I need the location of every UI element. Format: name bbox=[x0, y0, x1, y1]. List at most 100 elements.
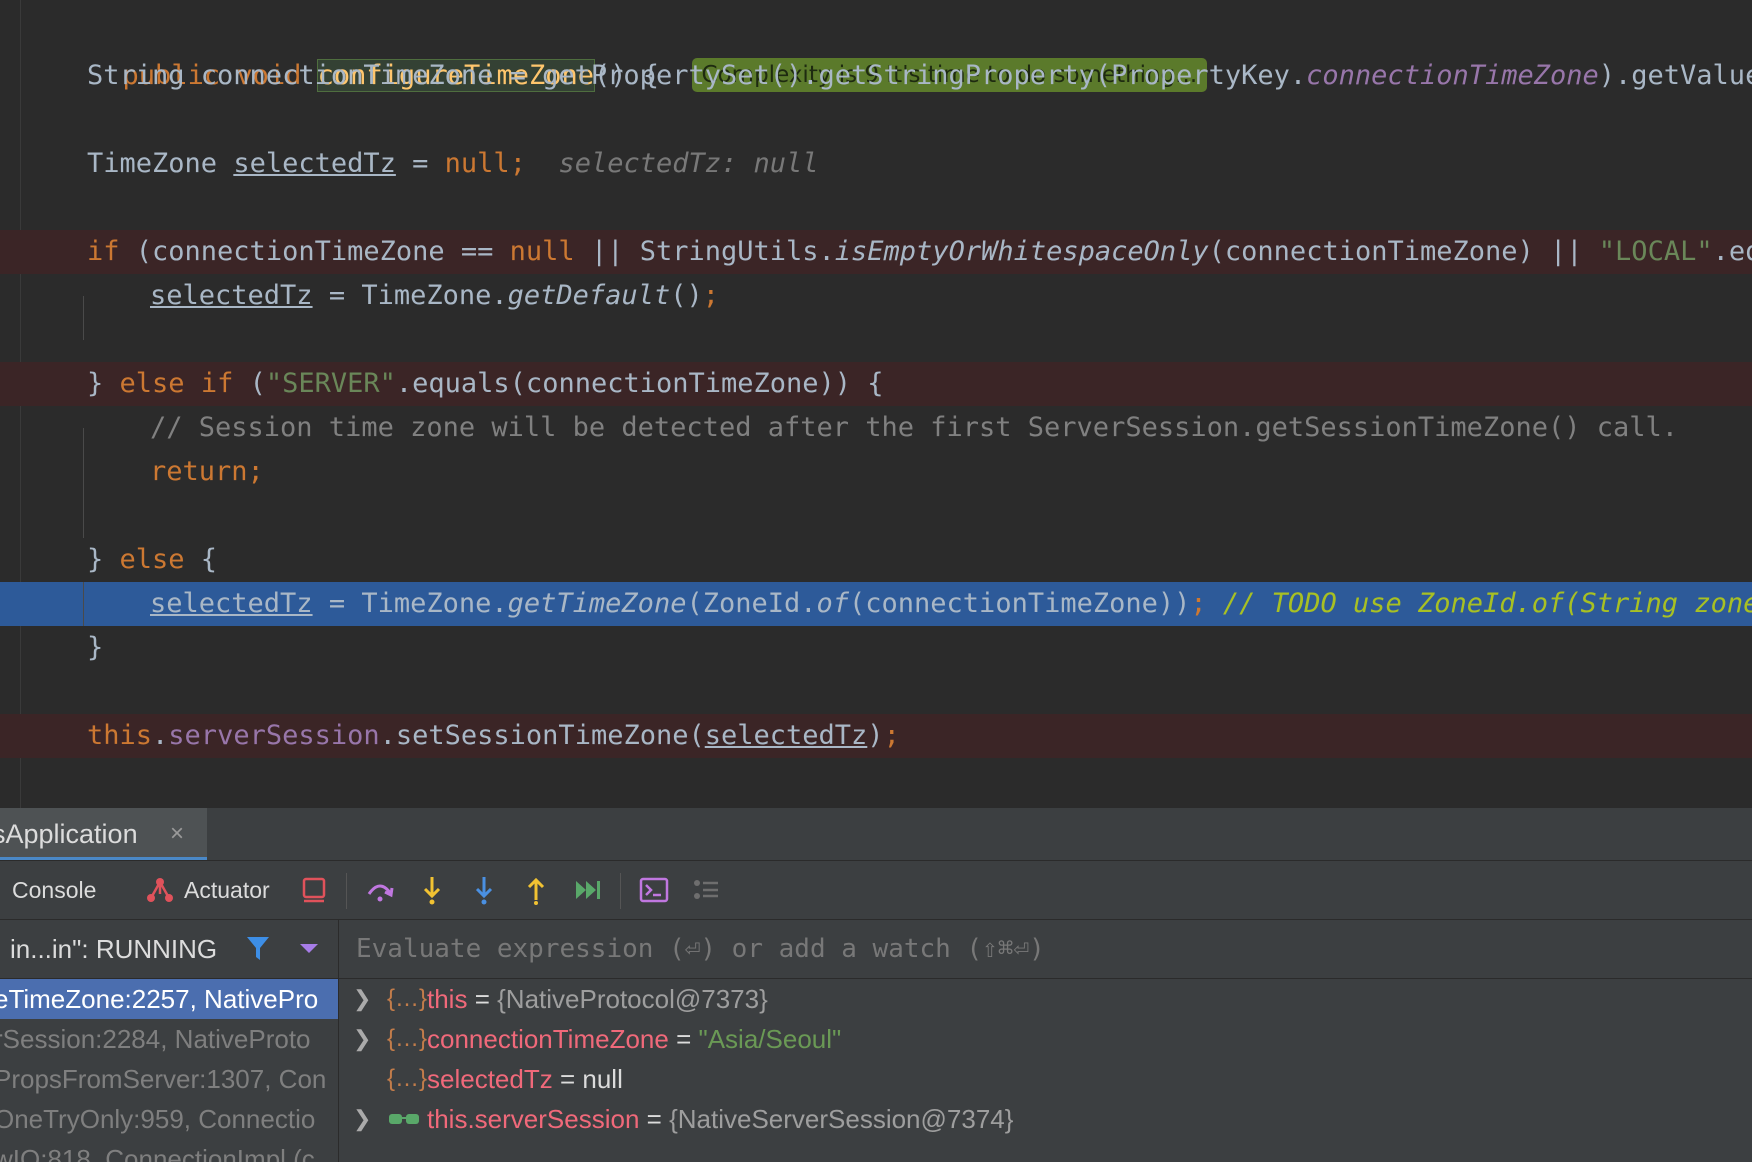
step-out-icon[interactable] bbox=[520, 874, 552, 906]
chevron-right-icon[interactable]: ❯ bbox=[353, 1099, 371, 1139]
code-text: } bbox=[87, 632, 104, 663]
stack-frame[interactable]: OneTryOnly:959, Connectio bbox=[0, 1099, 338, 1139]
code-text: (connectionTimeZone == bbox=[119, 236, 510, 267]
variable-row[interactable]: ❯ {…} connectionTimeZone = "Asia/Seoul" bbox=[339, 1019, 1752, 1059]
toolbar-separator bbox=[620, 873, 621, 909]
code-text: = TimeZone. bbox=[312, 280, 508, 311]
variable-value: "Asia/Seoul" bbox=[698, 1024, 842, 1054]
actuator-tab[interactable]: Actuator bbox=[184, 861, 270, 919]
code-comment: // Session time zone will be detected af… bbox=[150, 412, 1679, 443]
code-line-2[interactable]: String connectionTimeZone = getPropertyS… bbox=[0, 54, 1752, 98]
property-key: connectionTimeZone bbox=[1306, 60, 1599, 91]
evaluate-expression-input[interactable]: Evaluate expression (⏎) or add a watch (… bbox=[339, 920, 1752, 979]
indent-guide bbox=[83, 428, 84, 538]
variable-row[interactable]: ❯ this.serverSession = {NativeServerSess… bbox=[339, 1099, 1752, 1139]
object-icon: {…} bbox=[387, 985, 428, 1012]
static-method: getTimeZone bbox=[507, 588, 687, 619]
keyword-return: return bbox=[150, 456, 248, 487]
toolbar-separator bbox=[346, 873, 347, 909]
variables-panel: Evaluate expression (⏎) or add a watch (… bbox=[339, 920, 1752, 1162]
code-text: = bbox=[395, 148, 445, 179]
string-literal: "LOCAL" bbox=[1598, 236, 1713, 267]
code-line-4[interactable]: if (connectionTimeZone == null || String… bbox=[0, 230, 1752, 274]
run-configuration-tab[interactable]: sApplication × bbox=[0, 808, 207, 860]
code-line-7[interactable]: // Session time zone will be detected af… bbox=[0, 406, 1752, 450]
code-text: { bbox=[184, 544, 218, 575]
run-to-cursor-icon[interactable] bbox=[572, 874, 604, 906]
variable-selectedTz: selectedTz bbox=[150, 280, 313, 311]
debug-tool-window: sApplication × Console Actuator in...in"… bbox=[0, 808, 1752, 1162]
stack-frame[interactable]: PropsFromServer:1307, Con bbox=[0, 1059, 338, 1099]
stack-frame[interactable]: eTimeZone:2257, NativePro bbox=[0, 979, 338, 1019]
semicolon: ; bbox=[247, 456, 264, 487]
variable-selectedTz: selectedTz bbox=[704, 720, 868, 751]
debug-toolbar: Console Actuator bbox=[0, 861, 1752, 920]
code-text: (ZoneId. bbox=[686, 588, 817, 619]
keyword-null: null bbox=[444, 148, 510, 179]
semicolon: ; bbox=[509, 148, 526, 179]
code-text: TimeZone bbox=[87, 148, 234, 179]
watch-glasses-icon bbox=[387, 1099, 421, 1152]
variable-equals: = bbox=[467, 984, 498, 1014]
variable-row[interactable]: ❯ {…} this = {NativeProtocol@7373} bbox=[339, 979, 1752, 1019]
thread-label: in...in": RUNNING bbox=[10, 934, 218, 964]
frames-panel: in...in": RUNNING eTimeZone:2257, Native… bbox=[0, 920, 339, 1162]
code-line-8[interactable]: return; bbox=[0, 450, 1752, 494]
string-literal: "SERVER" bbox=[265, 368, 396, 399]
code-editor[interactable]: public void configureTimeZone() { Comple… bbox=[0, 0, 1752, 808]
keyword-null: null bbox=[509, 236, 575, 267]
object-icon: {…} bbox=[387, 1065, 428, 1092]
variable-equals: = bbox=[668, 1024, 699, 1054]
chevron-right-icon[interactable]: ❯ bbox=[353, 979, 371, 1019]
stack-frame[interactable]: rSession:2284, NativeProto bbox=[0, 1019, 338, 1059]
variable-row[interactable]: {…} selectedTz = null bbox=[339, 1059, 1752, 1099]
variable-name: connectionTimeZone bbox=[427, 1024, 669, 1054]
thread-selector[interactable]: in...in": RUNNING bbox=[0, 920, 338, 979]
code-line-1[interactable]: public void configureTimeZone() { Comple… bbox=[0, 10, 1752, 92]
code-text: .equals(connectionTimeZone)) { bbox=[395, 368, 884, 399]
close-icon[interactable]: × bbox=[170, 808, 184, 857]
semicolon: ; bbox=[883, 720, 900, 751]
code-line-12[interactable]: this.serverSession.setSessionTimeZone(se… bbox=[0, 714, 1752, 758]
code-text: || StringUtils. bbox=[574, 236, 835, 267]
code-text: ) bbox=[867, 720, 884, 751]
variable-name: this bbox=[427, 984, 468, 1014]
debug-tab-bar: sApplication × bbox=[0, 808, 1752, 861]
chevron-right-icon[interactable]: ❯ bbox=[353, 1019, 371, 1059]
keyword-if: if bbox=[200, 368, 234, 399]
code-line-5[interactable]: selectedTz = TimeZone.getDefault(); bbox=[0, 274, 1752, 318]
step-over-icon[interactable] bbox=[364, 874, 396, 906]
field-serverSession: serverSession bbox=[168, 720, 380, 751]
eval-placeholder: Evaluate expression (⏎) or add a watch (… bbox=[356, 934, 1045, 964]
actuator-icon[interactable] bbox=[144, 874, 176, 906]
code-line-11[interactable]: } bbox=[0, 626, 1752, 670]
code-text: ).getValue() bbox=[1598, 60, 1752, 91]
variable-value: {NativeProtocol@7373} bbox=[497, 984, 768, 1014]
code-line-9[interactable]: } else { bbox=[0, 538, 1752, 582]
variable-selectedTz: selectedTz bbox=[233, 148, 396, 179]
object-icon: {…} bbox=[387, 1025, 428, 1052]
inline-debug-value: selectedTz: null bbox=[558, 148, 819, 179]
code-text: } bbox=[87, 368, 120, 399]
step-into-icon[interactable] bbox=[416, 874, 448, 906]
todo-comment: // TODO use ZoneId.of(String zoneId, bbox=[1206, 588, 1752, 619]
current-execution-line[interactable]: selectedTz = TimeZone.getTimeZone(ZoneId… bbox=[0, 582, 1752, 626]
static-method: isEmptyOrWhitespaceOnly bbox=[834, 236, 1209, 267]
code-text: .setSessionTimeZone( bbox=[379, 720, 705, 751]
force-step-into-icon[interactable] bbox=[468, 874, 500, 906]
console-tab[interactable]: Console bbox=[12, 861, 96, 919]
keyword-else: else bbox=[119, 368, 185, 399]
code-line-3[interactable]: TimeZone selectedTz = null; selectedTz: … bbox=[0, 142, 1752, 186]
code-line-6[interactable]: } else if ("SERVER".equals(connectionTim… bbox=[0, 362, 1752, 406]
layout-frames-icon[interactable] bbox=[298, 874, 330, 906]
threads-list-icon[interactable] bbox=[690, 874, 722, 906]
variable-name: this.serverSession bbox=[427, 1104, 640, 1134]
evaluate-expression-icon[interactable] bbox=[638, 874, 670, 906]
semicolon: ; bbox=[1190, 588, 1207, 619]
code-text: } bbox=[87, 544, 120, 575]
code-text: ( bbox=[233, 368, 266, 399]
run-tab-label: sApplication bbox=[0, 819, 138, 849]
static-method: of bbox=[816, 588, 850, 619]
stack-frame[interactable]: wIO:818, ConnectionImpl (c bbox=[0, 1139, 338, 1162]
variable-equals: = bbox=[552, 1064, 583, 1094]
